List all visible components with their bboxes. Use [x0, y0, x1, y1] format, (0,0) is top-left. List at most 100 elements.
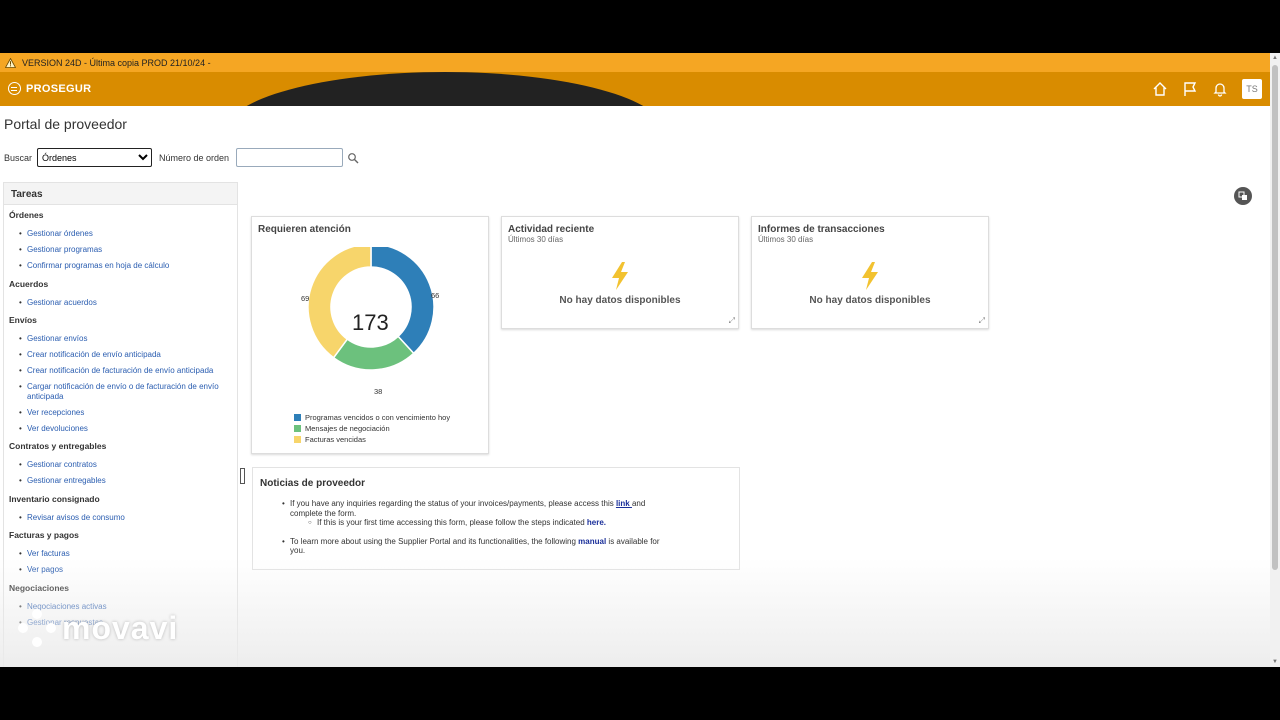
version-text: VERSION 24D - Última copia PROD 21/10/24… [22, 57, 211, 68]
news-steps-link[interactable]: here. [587, 518, 606, 527]
warning-icon [5, 57, 16, 68]
task-group-title: Negociaciones [9, 582, 69, 593]
task-link[interactable]: Gestionar programas [19, 245, 237, 255]
expand-icon[interactable]: ⤢ [729, 316, 735, 326]
recent-activity-subtitle: Últimos 30 días [508, 235, 564, 244]
attention-card-title: Requieren atención [258, 224, 351, 235]
legend-label: Programas vencidos o con vencimiento hoy [305, 413, 451, 422]
movavi-watermark: movavi [18, 609, 178, 647]
task-group-title: Acuerdos [9, 278, 49, 289]
news-text: If you have any inquiries regarding the … [290, 499, 616, 508]
customize-dashboard-icon[interactable] [1234, 187, 1252, 205]
search-icon[interactable] [347, 152, 359, 164]
recent-activity-title: Actividad reciente [508, 224, 595, 235]
news-item: If you have any inquiries regarding the … [282, 499, 660, 528]
task-group: Órdenes Gestionar órdenes Gestionar progra… [4, 210, 237, 271]
lightning-icon [860, 262, 880, 295]
recent-activity-card: Actividad reciente Últimos 30 días No ha… [501, 216, 739, 329]
recent-activity-empty: No hay datos disponibles [559, 295, 681, 306]
bell-icon[interactable] [1212, 81, 1228, 97]
task-group-title: Envíos [9, 315, 37, 325]
task-link[interactable]: Ver facturas [19, 549, 237, 559]
attention-card: Requieren atención 173 66 38 69 Programa… [251, 216, 489, 454]
task-link[interactable]: Cargar notificación de envío o de factur… [19, 382, 237, 401]
page-title: Portal de proveedor [4, 116, 127, 132]
task-link[interactable]: Gestionar entregables [19, 476, 237, 486]
task-group: Acuerdos Gestionar acuerdos [4, 279, 237, 308]
expand-icon[interactable]: ⤢ [979, 316, 985, 326]
task-group-title: Órdenes [9, 210, 44, 220]
task-group: Envíos Gestionar envíos Crear notificación… [4, 315, 237, 433]
attention-donut-chart [307, 247, 435, 371]
task-group-title: Facturas y pagos [9, 530, 79, 540]
search-category-select[interactable]: Órdenes [37, 148, 153, 167]
donut-value-label: 69 [301, 294, 310, 303]
transaction-reports-card: Informes de transacciones Últimos 30 día… [751, 216, 989, 329]
transaction-reports-subtitle: Últimos 30 días [758, 235, 814, 244]
legend-swatch [294, 425, 301, 432]
legend-swatch [294, 414, 301, 421]
movavi-text: movavi [62, 609, 179, 646]
tasks-panel: Tareas Órdenes Gestionar órdenes Gestionar… [3, 182, 238, 667]
transaction-reports-title: Informes de transacciones [758, 224, 885, 235]
scroll-down-icon[interactable]: ▼ [1272, 659, 1278, 665]
legend-label: Mensajes de negociación [305, 424, 390, 433]
logo-icon [8, 82, 21, 95]
task-link[interactable]: Ver recepciones [19, 408, 237, 418]
supplier-news-title: Noticias de proveedor [260, 478, 366, 489]
app-header: PROSEGUR TS [0, 72, 1280, 106]
legend-swatch [294, 436, 301, 443]
news-text: If this is your first time accessing thi… [317, 518, 587, 527]
legend-item[interactable]: Facturas vencidas [294, 435, 450, 444]
home-icon[interactable] [1152, 81, 1168, 97]
donut-slice[interactable] [370, 247, 435, 355]
news-form-link[interactable]: link [616, 499, 632, 508]
page-scrollbar[interactable]: ▲ ▼ [1270, 53, 1280, 667]
brand-name: PROSEGUR [26, 82, 92, 95]
brand-logo[interactable]: PROSEGUR [8, 82, 91, 95]
donut-legend: Programas vencidos o con vencimiento hoy… [294, 413, 450, 446]
order-number-input[interactable] [236, 148, 344, 167]
donut-slice[interactable] [307, 247, 372, 359]
order-number-label: Número de orden [159, 152, 230, 163]
panel-collapse-handle[interactable] [240, 468, 245, 484]
search-label: Buscar [4, 152, 33, 163]
tasks-panel-title: Tareas [4, 183, 237, 205]
task-link[interactable]: Ver pagos [19, 565, 237, 575]
user-avatar[interactable]: TS [1242, 79, 1262, 99]
task-link[interactable]: Crear notificación de facturación de env… [19, 366, 237, 376]
task-link[interactable]: Confirmar programas en hoja de cálculo [19, 261, 237, 271]
donut-value-label: 66 [431, 291, 440, 300]
task-link[interactable]: Crear notificación de envío anticipada [19, 350, 237, 360]
news-item: To learn more about using the Supplier P… [282, 536, 660, 556]
task-link[interactable]: Gestionar contratos [19, 460, 237, 470]
legend-item[interactable]: Mensajes de negociación [294, 424, 450, 433]
scrollbar-thumb[interactable] [1272, 65, 1278, 570]
task-link[interactable]: Revisar avisos de consumo [19, 513, 237, 523]
task-group: Inventario consignado Revisar avisos de c… [4, 494, 237, 523]
task-group: Contratos y entregables Gestionar contrat… [4, 441, 237, 486]
donut-value-label: 38 [374, 387, 383, 396]
search-bar: Buscar Órdenes Número de orden [4, 148, 359, 167]
supplier-news-panel: Noticias de proveedor If you have any in… [252, 467, 740, 570]
task-group-title: Contratos y entregables [9, 441, 107, 451]
task-group-title: Inventario consignado [9, 493, 100, 504]
task-link[interactable]: Gestionar envíos [19, 334, 237, 344]
legend-label: Facturas vencidas [305, 435, 366, 444]
news-manual-link[interactable]: manual [578, 537, 606, 546]
scroll-up-icon[interactable]: ▲ [1272, 55, 1278, 61]
task-link[interactable]: Ver devoluciones [19, 424, 237, 434]
news-subitem: If this is your first time accessing thi… [308, 518, 660, 528]
transaction-reports-empty: No hay datos disponibles [809, 295, 931, 306]
header-decoration [225, 72, 665, 106]
version-banner: VERSION 24D - Última copia PROD 21/10/24… [0, 53, 1280, 72]
flag-icon[interactable] [1182, 81, 1198, 97]
news-text: To learn more about using the Supplier P… [290, 536, 579, 546]
lightning-icon [610, 262, 630, 295]
task-link[interactable]: Gestionar acuerdos [19, 298, 237, 308]
legend-item[interactable]: Programas vencidos o con vencimiento hoy [294, 413, 450, 422]
app-viewport: VERSION 24D - Última copia PROD 21/10/24… [0, 53, 1280, 667]
movavi-logo-icon [18, 609, 56, 647]
task-group: Facturas y pagos Ver facturas Ver pagos [4, 530, 237, 575]
task-link[interactable]: Gestionar órdenes [19, 229, 237, 239]
